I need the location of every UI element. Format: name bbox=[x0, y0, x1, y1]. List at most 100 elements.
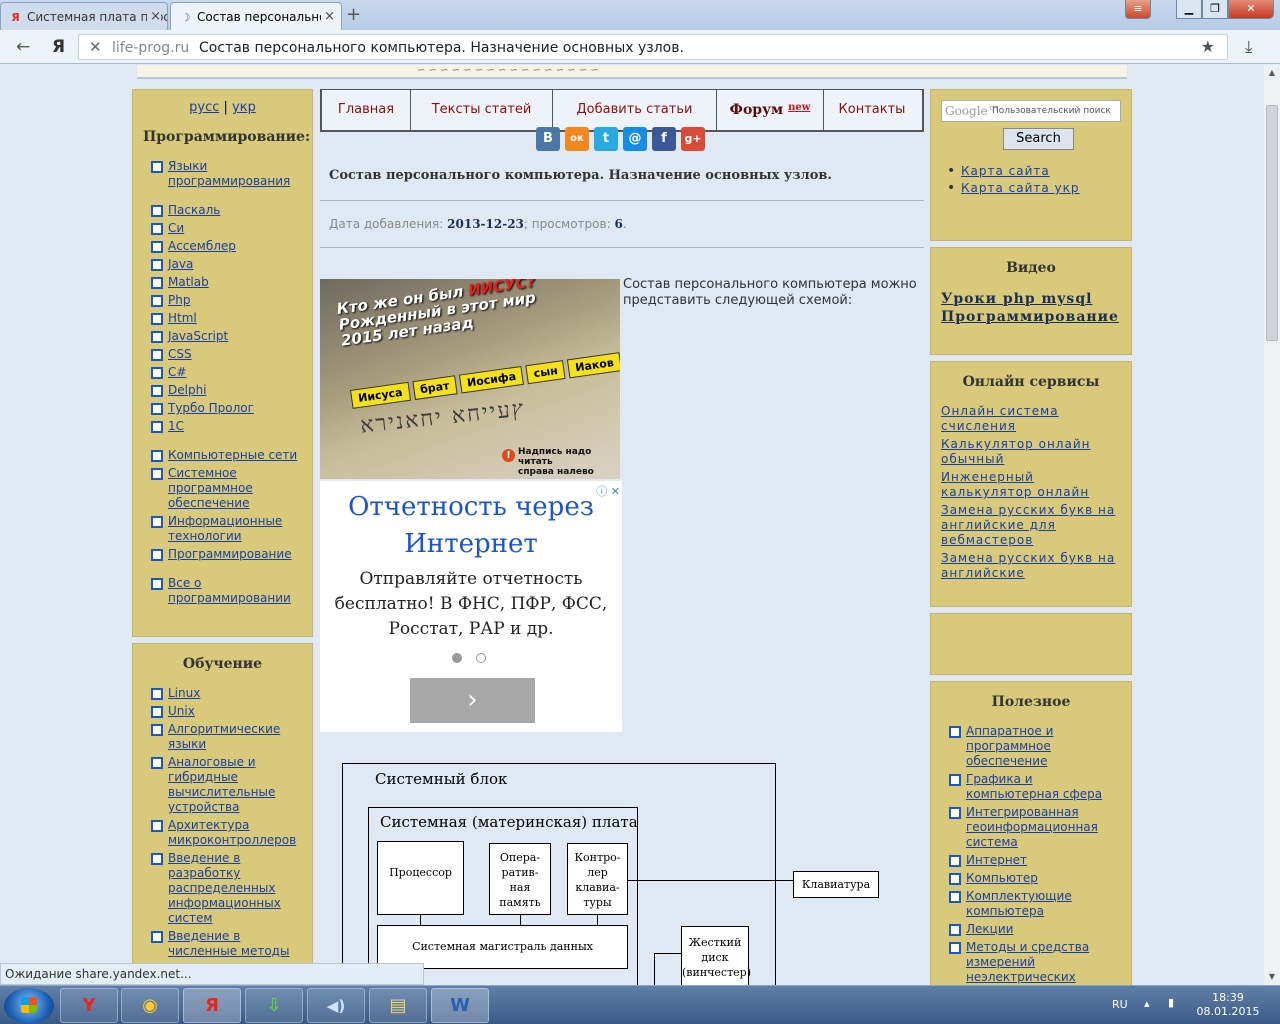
bookmark-star-icon[interactable]: ★ bbox=[1201, 37, 1215, 56]
useful-link[interactable]: Методы и средства измерений неэлектричес… bbox=[966, 940, 1089, 984]
yandex-logo-icon[interactable]: Я bbox=[52, 37, 65, 57]
useful-link[interactable]: Компьютер bbox=[966, 871, 1038, 885]
useful-link[interactable]: Интернет bbox=[966, 853, 1027, 867]
useful-link[interactable]: Лекции bbox=[966, 922, 1013, 936]
start-button[interactable] bbox=[4, 988, 54, 1024]
tray-arrow-icon[interactable]: ▴ bbox=[1144, 997, 1150, 1010]
sidebar-link[interactable]: Языки программирования bbox=[168, 159, 290, 188]
sidebar-link[interactable]: CSS bbox=[168, 347, 192, 361]
service-link[interactable]: Калькулятор онлайн обычный bbox=[941, 437, 1090, 466]
sidebar-link[interactable]: Delphi bbox=[168, 383, 207, 397]
maximize-icon[interactable]: ❐ bbox=[1202, 0, 1228, 19]
sidebar-link[interactable]: Системное программное обеспечение bbox=[168, 466, 253, 510]
menu-icon[interactable]: ≡ bbox=[1125, 0, 1151, 19]
chrome-icon[interactable]: ◉ bbox=[121, 988, 179, 1023]
sidebar-link[interactable]: Linux bbox=[168, 686, 200, 700]
mail-ru-icon[interactable]: @ bbox=[623, 127, 647, 151]
video-link[interactable]: Уроки php mysql bbox=[941, 291, 1092, 307]
tab-active[interactable]: ☽ Состав персональног × bbox=[170, 2, 342, 30]
yandex-favicon-icon: Я bbox=[11, 11, 20, 24]
window-close-icon[interactable]: ✕ bbox=[1228, 0, 1274, 19]
sidebar-link[interactable]: Введение в разработку распределенных инф… bbox=[168, 851, 281, 925]
sidebar-link[interactable]: Php bbox=[168, 293, 190, 307]
word-icon[interactable]: W bbox=[431, 988, 489, 1023]
sidebar-link[interactable]: JavaScript bbox=[168, 329, 228, 343]
sidebar-link[interactable]: Все о программировании bbox=[168, 576, 291, 605]
carousel-dot-active[interactable] bbox=[452, 653, 462, 663]
motherboard-label: Системная (материнская) плата bbox=[380, 813, 638, 831]
nav-articles[interactable]: Тексты статей bbox=[411, 90, 553, 130]
sidebar-link[interactable]: Введение в численные методы bbox=[168, 929, 289, 958]
video-link[interactable]: Программирование bbox=[941, 309, 1119, 325]
sidebar-link[interactable]: Компьютерные сети bbox=[168, 448, 297, 462]
useful-link[interactable]: Аппаратное и программное обеспечение bbox=[966, 724, 1053, 768]
status-bar: Ожидание share.yandex.net... bbox=[0, 963, 424, 985]
sidebar-link[interactable]: Unix bbox=[168, 704, 195, 718]
sidebar-link[interactable]: Турбо Пролог bbox=[168, 401, 254, 415]
odnoklassniki-icon[interactable]: ок bbox=[565, 127, 589, 151]
sidebar-link[interactable]: Алгоритмические языки bbox=[168, 722, 280, 751]
nav-home[interactable]: Главная bbox=[322, 90, 411, 130]
connector-line bbox=[654, 953, 655, 985]
useful-link[interactable]: Графика и компьютерная сфера bbox=[966, 772, 1102, 801]
close-icon[interactable]: × bbox=[147, 9, 161, 24]
download-icon[interactable]: ⇩ bbox=[245, 988, 303, 1023]
carousel-dot[interactable] bbox=[476, 653, 486, 663]
sidebar-link[interactable]: Си bbox=[168, 221, 184, 235]
scroll-down-icon[interactable]: ▼ bbox=[1264, 969, 1280, 985]
search-input[interactable]: Google™ Пользовательский поиск bbox=[941, 100, 1121, 122]
service-link[interactable]: Инженерный калькулятор онлайн bbox=[941, 470, 1089, 499]
new-tab-icon[interactable]: + bbox=[346, 4, 361, 25]
nav-add-articles[interactable]: Добавить статьи bbox=[553, 90, 717, 130]
yandex-browser-icon[interactable]: Я bbox=[183, 988, 241, 1023]
speaker-icon[interactable]: ◀) bbox=[307, 988, 365, 1023]
tab-inactive[interactable]: Я Системная плата перс × bbox=[0, 2, 168, 30]
sidebar-link[interactable]: Matlab bbox=[168, 275, 209, 289]
sitemap-link[interactable]: Карта сайта укр bbox=[961, 181, 1080, 195]
sidebar-link[interactable]: Java bbox=[168, 257, 193, 271]
sidebar-link[interactable]: 1С bbox=[168, 419, 184, 433]
ad-next-button[interactable]: › bbox=[410, 678, 535, 723]
keyboard-language[interactable]: RU bbox=[1112, 998, 1128, 1011]
sidebar-link[interactable]: Программирование bbox=[168, 547, 292, 561]
sidebar-link[interactable]: Ассемблер bbox=[168, 239, 236, 253]
facebook-icon[interactable]: f bbox=[652, 127, 676, 151]
nav-contacts[interactable]: Контакты bbox=[824, 90, 920, 130]
sidebar-link[interactable]: Информационные технологии bbox=[168, 514, 282, 543]
ad-headline[interactable]: Отчетность через Интернет bbox=[320, 489, 622, 563]
clock[interactable]: 18:39 08.01.2015 bbox=[1192, 991, 1264, 1019]
address-bar[interactable]: ✕ life-prog.ru Состав персонального комп… bbox=[78, 34, 1228, 60]
vertical-scrollbar[interactable]: ▲ ▼ bbox=[1264, 65, 1280, 985]
back-arrow-icon[interactable]: ← bbox=[16, 37, 30, 57]
ad-banner-image[interactable]: Кто же он был ИИСУС? Рожденный в этот ми… bbox=[320, 279, 620, 479]
sidebar-link[interactable]: Html bbox=[168, 311, 197, 325]
close-icon[interactable]: × bbox=[321, 9, 335, 24]
scroll-up-icon[interactable]: ▲ bbox=[1264, 65, 1280, 81]
service-link[interactable]: Замена русских букв на английские для ве… bbox=[941, 503, 1115, 547]
nav-label: Тексты статей bbox=[431, 102, 532, 117]
sitemap-link[interactable]: Карта сайта bbox=[961, 164, 1050, 178]
yandex-icon[interactable]: Y bbox=[60, 988, 118, 1023]
twitter-icon[interactable]: t bbox=[594, 127, 618, 151]
lang-ua-link[interactable]: укр bbox=[232, 100, 256, 115]
service-link[interactable]: Замена русских букв на английские bbox=[941, 551, 1115, 580]
search-button[interactable]: Search bbox=[1003, 128, 1074, 150]
downloads-icon[interactable]: ⤓ bbox=[1245, 37, 1253, 57]
ad-text-block[interactable]: ⓘ ✕ Отчетность через Интернет Отправляйт… bbox=[320, 481, 622, 732]
stop-icon[interactable]: ✕ bbox=[89, 38, 102, 56]
nav-forum[interactable]: Форум new bbox=[717, 90, 824, 130]
sidebar-link[interactable]: C# bbox=[168, 365, 186, 379]
service-link[interactable]: Онлайн система счисления bbox=[941, 404, 1059, 433]
sidebar-link[interactable]: Архитектура микроконтроллеров bbox=[168, 818, 296, 847]
useful-link[interactable]: Интегрированная геоинформационная систем… bbox=[966, 805, 1098, 849]
minimize-icon[interactable]: ▁ bbox=[1176, 0, 1202, 19]
lang-ru-link[interactable]: русс bbox=[189, 100, 219, 115]
scrollbar-thumb[interactable] bbox=[1266, 105, 1278, 341]
google-plus-icon[interactable]: g+ bbox=[681, 127, 705, 151]
useful-link[interactable]: Комплектующие компьютера bbox=[966, 889, 1072, 918]
network-icon[interactable]: ▮ bbox=[1168, 996, 1174, 1009]
sidebar-link[interactable]: Аналоговые и гибридные вычислительные ус… bbox=[168, 755, 275, 814]
sidebar-link[interactable]: Паскаль bbox=[168, 203, 220, 217]
folder-icon[interactable]: ▤ bbox=[369, 988, 427, 1023]
vk-icon[interactable]: B bbox=[536, 127, 560, 151]
